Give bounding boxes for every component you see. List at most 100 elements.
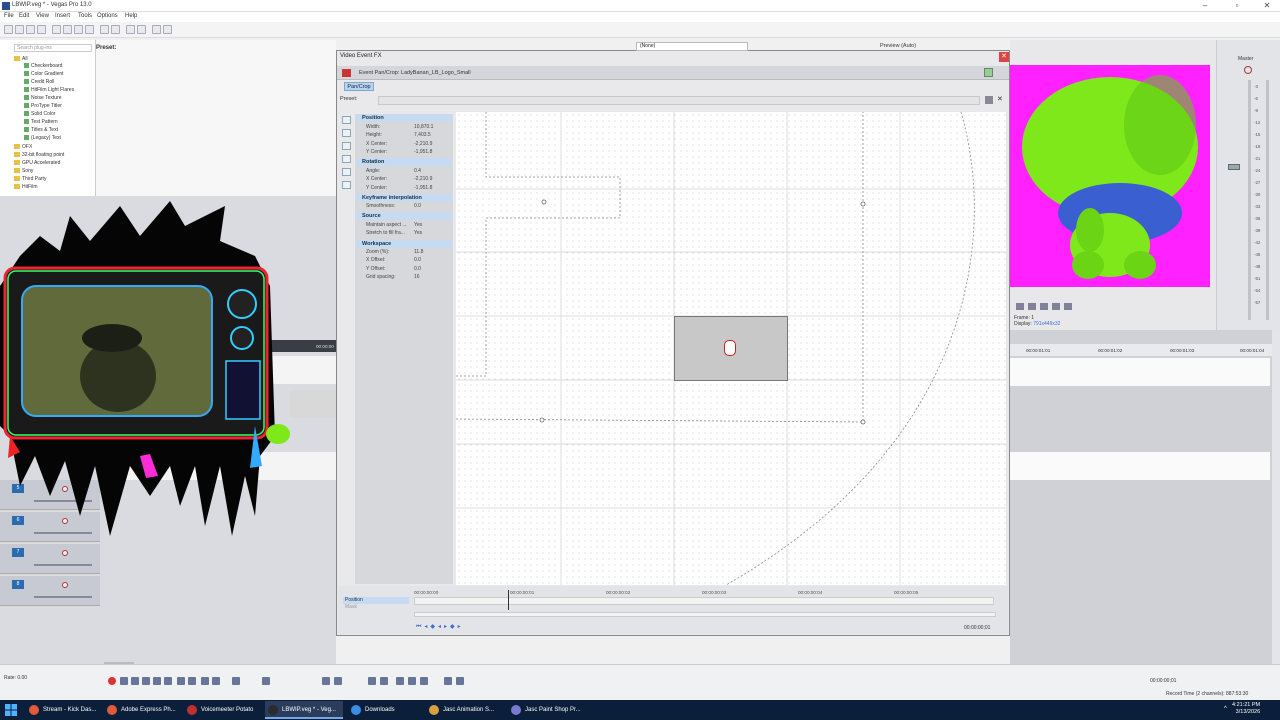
tree-item[interactable]: Solid Color bbox=[24, 111, 55, 118]
section-workspace[interactable]: Workspace bbox=[356, 240, 452, 248]
menu-file[interactable]: File bbox=[4, 13, 14, 19]
section-position[interactable]: Position bbox=[356, 114, 452, 122]
delete-preset-icon[interactable]: ✕ bbox=[997, 96, 1005, 104]
prop-value[interactable]: 16 bbox=[414, 274, 420, 280]
menu-edit[interactable]: Edit bbox=[19, 13, 29, 19]
master-mute-icon[interactable] bbox=[1244, 66, 1252, 74]
tree-item[interactable]: Credit Roll bbox=[24, 79, 54, 86]
pause-icon[interactable] bbox=[153, 677, 161, 685]
preview-quality-dropdown[interactable]: Preview (Auto) bbox=[880, 43, 916, 49]
menu-help[interactable]: Help bbox=[125, 13, 137, 19]
menu-insert[interactable]: Insert bbox=[55, 13, 70, 19]
ignore-grouping-icon[interactable] bbox=[444, 677, 452, 685]
fx-chain-icon[interactable] bbox=[342, 69, 351, 77]
prop-value[interactable]: -2,210.9 bbox=[414, 176, 432, 182]
taskbar-item-vegas[interactable]: LBWIP.veg * - Veg... bbox=[265, 701, 343, 719]
taskbar-item-adobe-express[interactable]: Adobe Express Ph... bbox=[104, 701, 182, 719]
prop-value[interactable]: Yes bbox=[414, 230, 422, 236]
menu-view[interactable]: View bbox=[36, 13, 49, 19]
trim-icon[interactable] bbox=[334, 677, 342, 685]
new-icon[interactable] bbox=[4, 25, 13, 34]
preview-copy-snapshot-icon[interactable] bbox=[1052, 303, 1060, 310]
minimize-button[interactable]: – bbox=[1190, 0, 1220, 12]
tree-folder[interactable]: Third Party bbox=[14, 176, 46, 183]
track-level-slider[interactable] bbox=[34, 564, 92, 566]
prop-value[interactable]: 0.0 bbox=[414, 203, 421, 209]
tree-folder[interactable]: GPU Accelerated bbox=[14, 160, 60, 167]
windows-start-icon[interactable] bbox=[4, 703, 18, 717]
go-to-end-icon[interactable] bbox=[188, 677, 196, 685]
redo-icon[interactable] bbox=[111, 25, 120, 34]
prop-value[interactable]: -2,210.9 bbox=[414, 141, 432, 147]
prop-value[interactable]: Yes bbox=[414, 222, 422, 228]
preview-next-icon[interactable] bbox=[1040, 303, 1048, 310]
undo-icon[interactable] bbox=[100, 25, 109, 34]
enable-snapping-icon[interactable] bbox=[342, 142, 351, 150]
record-icon[interactable] bbox=[108, 677, 116, 685]
prop-value[interactable]: 0.4 bbox=[414, 168, 421, 174]
preview-fx-dropdown[interactable]: (None) bbox=[636, 42, 748, 51]
tab-pan-crop[interactable]: Pan/Crop bbox=[344, 82, 374, 91]
taskbar-item-jasc-animation[interactable]: Jasc Animation S... bbox=[426, 701, 506, 719]
render-icon[interactable] bbox=[52, 25, 61, 34]
keyframe-scrollbar[interactable] bbox=[414, 612, 996, 617]
tree-item[interactable]: Noise Texture bbox=[24, 95, 61, 102]
section-source[interactable]: Source bbox=[356, 212, 452, 220]
preview-prev-icon[interactable] bbox=[1016, 303, 1024, 310]
prop-value[interactable]: 10,870.1 bbox=[414, 124, 433, 130]
loop-icon[interactable] bbox=[120, 677, 128, 685]
next-frame-icon[interactable] bbox=[212, 677, 220, 685]
delete-icon[interactable] bbox=[322, 677, 330, 685]
normal-edit-tool-icon[interactable] bbox=[232, 677, 240, 685]
region-icon[interactable] bbox=[380, 677, 388, 685]
tree-item-all[interactable]: All bbox=[14, 56, 28, 63]
prop-value[interactable]: 7,403.5 bbox=[414, 132, 431, 138]
play-from-start-icon[interactable] bbox=[131, 677, 139, 685]
mute-icon[interactable] bbox=[62, 550, 68, 556]
lock-aspect-icon[interactable] bbox=[342, 155, 351, 163]
taskbar-item-downloads[interactable]: Downloads bbox=[348, 701, 424, 719]
keyframe-track[interactable] bbox=[414, 597, 994, 605]
marker-icon[interactable] bbox=[368, 677, 376, 685]
prev-frame-icon[interactable] bbox=[201, 677, 209, 685]
playback-rate[interactable]: Rate: 0.00 bbox=[4, 675, 27, 681]
open-icon[interactable] bbox=[15, 25, 24, 34]
copy-icon[interactable] bbox=[74, 25, 83, 34]
normal-edit-tool-icon[interactable] bbox=[342, 116, 351, 124]
play-icon[interactable] bbox=[142, 677, 150, 685]
menu-options[interactable]: Options bbox=[97, 13, 118, 19]
auto-ripple-icon[interactable] bbox=[163, 25, 172, 34]
normal-edit-tool-icon[interactable] bbox=[126, 25, 135, 34]
taskbar-item-voicemeeter[interactable]: Voicemeeter Potato bbox=[184, 701, 262, 719]
enable-rotation-icon[interactable] bbox=[342, 129, 351, 137]
tree-folder[interactable]: OFX bbox=[14, 144, 32, 151]
keyframe-row-position[interactable]: Position bbox=[343, 597, 409, 604]
prop-value[interactable]: 0.0 bbox=[414, 257, 421, 263]
scale-about-center-icon[interactable] bbox=[342, 168, 351, 176]
selection-tool-icon[interactable] bbox=[262, 677, 270, 685]
section-keyframe-interpolation[interactable]: Keyframe interpolation bbox=[356, 194, 452, 202]
tree-folder[interactable]: HitFilm bbox=[14, 184, 38, 191]
prop-value[interactable]: 0.0 bbox=[414, 266, 421, 272]
keyframe-nav-buttons[interactable]: ⏮◂◆◂▸◆▸ bbox=[416, 623, 496, 631]
go-to-start-icon[interactable] bbox=[177, 677, 185, 685]
tree-item[interactable]: Checkerboard bbox=[24, 63, 62, 70]
plugin-search-input[interactable]: Search plug-ins bbox=[14, 44, 92, 52]
track-event[interactable] bbox=[290, 390, 336, 418]
save-preset-icon[interactable] bbox=[985, 96, 993, 104]
mute-icon[interactable] bbox=[62, 582, 68, 588]
preview-play-icon[interactable] bbox=[1028, 303, 1036, 310]
auto-crossfade-icon[interactable] bbox=[408, 677, 416, 685]
cut-icon[interactable] bbox=[63, 25, 72, 34]
tree-folder[interactable]: Sony bbox=[14, 168, 33, 175]
snap-icon[interactable] bbox=[396, 677, 404, 685]
system-tray-chevron-icon[interactable]: ^ bbox=[1224, 706, 1227, 712]
plugin-chain-icon[interactable] bbox=[984, 68, 993, 77]
prop-value[interactable]: -1,951.8 bbox=[414, 149, 432, 155]
vertical-scrollbar[interactable] bbox=[1272, 330, 1280, 664]
tree-item[interactable]: ProType Titler bbox=[24, 103, 62, 110]
prop-value[interactable]: 11.8 bbox=[414, 249, 423, 255]
preview-save-snapshot-icon[interactable] bbox=[1064, 303, 1072, 310]
menu-tools[interactable]: Tools bbox=[78, 13, 92, 19]
snap-icon[interactable] bbox=[152, 25, 161, 34]
